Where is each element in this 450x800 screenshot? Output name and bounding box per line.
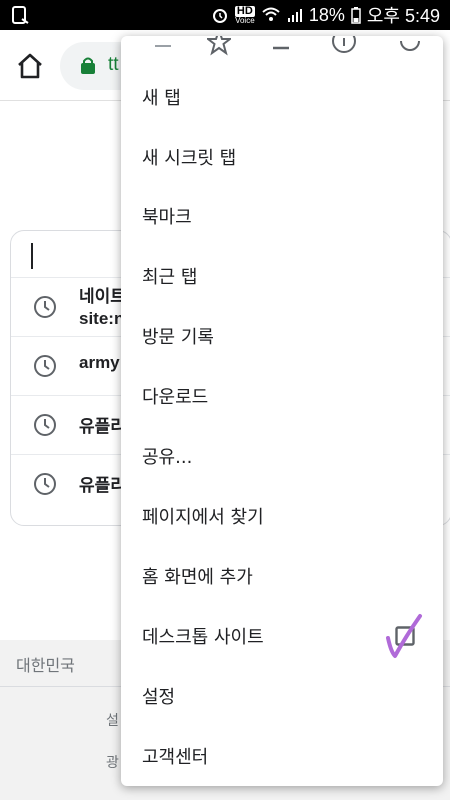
footer-link[interactable]: 설	[106, 710, 119, 730]
menu-item-label: 페이지에서 찾기	[142, 507, 264, 528]
suggestion-text: army	[79, 353, 120, 372]
forward-icon[interactable]	[151, 36, 175, 50]
footer-country: 대한민국	[16, 656, 75, 675]
menu-item-find-in-page[interactable]: 페이지에서 찾기	[121, 486, 443, 546]
menu-item-label: 고객센터	[142, 747, 209, 768]
lock-icon	[81, 57, 95, 74]
history-clock-icon	[34, 355, 56, 377]
menu-item-downloads[interactable]: 다운로드	[121, 366, 443, 426]
hd-voice-badge: HD Voice	[234, 4, 255, 25]
menu-item-label: 새 시크릿 탭	[142, 148, 237, 169]
download-icon[interactable]	[269, 36, 293, 56]
suggestion-subtext: site:n	[79, 309, 125, 328]
info-icon[interactable]	[331, 36, 357, 56]
menu-item-label: 데스크톱 사이트	[142, 627, 264, 648]
screenshot-icon	[12, 6, 29, 24]
bookmark-star-icon[interactable]	[207, 36, 231, 56]
history-clock-icon	[34, 296, 56, 318]
menu-item-recent-tabs[interactable]: 최근 탭	[121, 246, 443, 306]
checkmark-annotation-icon	[386, 614, 422, 658]
suggestion-text: 유플리	[79, 476, 126, 495]
overflow-menu: 새 탭 새 시크릿 탭 북마크 최근 탭 방문 기록 다운로드 공유... 페이…	[121, 36, 443, 786]
home-icon[interactable]	[14, 50, 46, 82]
menu-item-add-to-home[interactable]: 홈 화면에 추가	[121, 546, 443, 606]
suggestion-text: 유플리	[79, 417, 126, 436]
menu-item-bookmarks[interactable]: 북마크	[121, 186, 443, 246]
menu-item-label: 설정	[142, 687, 176, 708]
footer-link[interactable]: 광	[106, 752, 119, 772]
menu-item-new-tab[interactable]: 새 탭	[121, 67, 443, 127]
signal-icon	[287, 9, 302, 22]
battery-icon	[351, 7, 361, 24]
menu-item-label: 방문 기록	[142, 327, 214, 348]
hd-label: HD	[234, 4, 255, 17]
menu-item-help[interactable]: 고객센터	[121, 726, 443, 786]
alarm-icon	[212, 9, 227, 23]
menu-action-row	[121, 36, 443, 60]
status-bar: HD Voice 18% 오후 5:49	[0, 0, 450, 30]
history-clock-icon	[34, 473, 56, 495]
menu-item-label: 북마크	[142, 207, 192, 228]
menu-item-label: 홈 화면에 추가	[142, 567, 253, 588]
menu-item-label: 새 탭	[142, 88, 181, 109]
menu-item-label: 다운로드	[142, 387, 209, 408]
menu-item-settings[interactable]: 설정	[121, 666, 443, 726]
menu-item-history[interactable]: 방문 기록	[121, 306, 443, 366]
suggestion-text: 네이트	[79, 287, 126, 306]
menu-item-share[interactable]: 공유...	[121, 426, 443, 486]
menu-item-label: 공유...	[142, 447, 193, 468]
menu-item-new-incognito-tab[interactable]: 새 시크릿 탭	[121, 127, 443, 187]
history-clock-icon	[34, 414, 56, 436]
url-text: tt	[108, 54, 119, 75]
refresh-icon[interactable]	[397, 36, 423, 56]
text-caret	[31, 243, 33, 269]
clock-time: 오후 5:49	[366, 6, 440, 26]
battery-percent: 18%	[308, 4, 345, 25]
voice-label: Voice	[235, 15, 255, 25]
wifi-icon	[262, 7, 280, 21]
menu-item-label: 최근 탭	[142, 267, 198, 288]
